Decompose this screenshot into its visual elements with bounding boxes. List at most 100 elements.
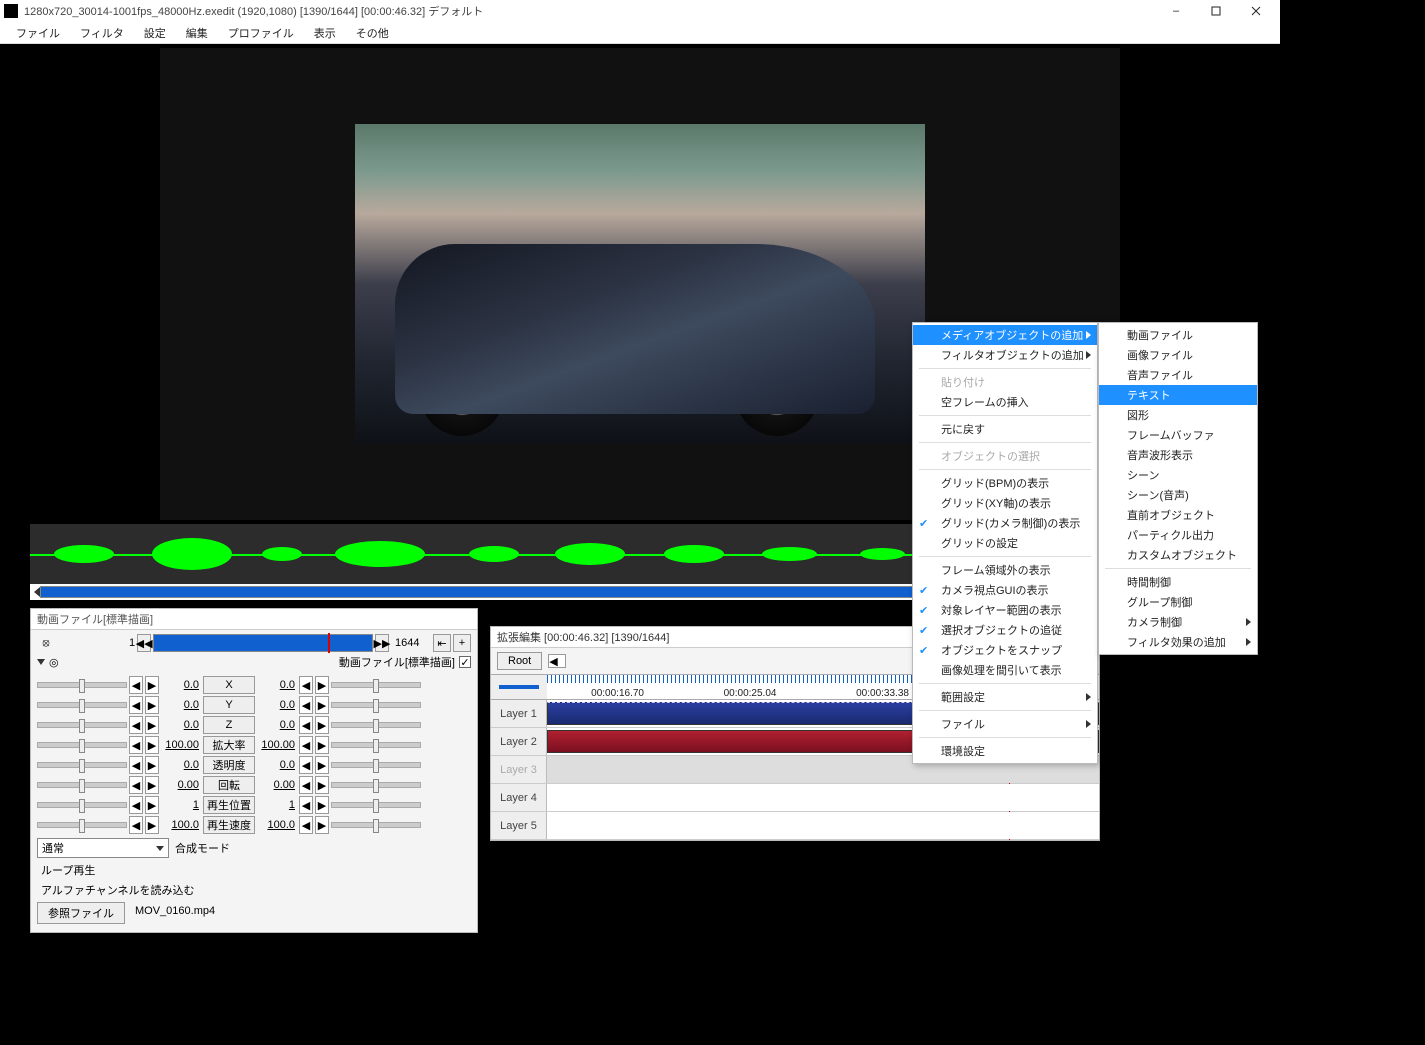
param-value-right[interactable]: 0.0	[257, 759, 297, 771]
menu-item[interactable]: フィルタオブジェクトの追加	[913, 345, 1097, 365]
param-step-right-inc[interactable]: ▶	[315, 816, 329, 834]
param-step-left-inc[interactable]: ▶	[145, 676, 159, 694]
param-step-right-inc[interactable]: ▶	[315, 676, 329, 694]
param-step-left-inc[interactable]: ▶	[145, 816, 159, 834]
param-value-right[interactable]: 0.0	[257, 699, 297, 711]
param-step-right-inc[interactable]: ▶	[315, 716, 329, 734]
enable-checkbox[interactable]: ✓	[459, 656, 471, 668]
layer-track[interactable]	[547, 784, 1099, 811]
menu-item[interactable]: カスタムオブジェクト	[1099, 545, 1257, 565]
param-step-right-inc[interactable]: ▶	[315, 776, 329, 794]
param-step-left-inc[interactable]: ▶	[145, 796, 159, 814]
timeline-root-button[interactable]: Root	[497, 652, 542, 670]
param-slider-left[interactable]	[37, 742, 127, 748]
menu-item[interactable]: カメラ視点GUIの表示✔	[913, 580, 1097, 600]
param-value-right[interactable]: 100.0	[257, 819, 297, 831]
param-step-left-inc[interactable]: ▶	[145, 716, 159, 734]
layer-label[interactable]: Layer 1	[491, 700, 547, 727]
menu-item[interactable]: 画像ファイル	[1099, 345, 1257, 365]
param-value-left[interactable]: 100.00	[161, 739, 201, 751]
menu-filter[interactable]: フィルタ	[72, 23, 132, 43]
menu-item[interactable]: 空フレームの挿入	[913, 392, 1097, 412]
param-step-left-dec[interactable]: ◀	[129, 796, 143, 814]
param-step-left-dec[interactable]: ◀	[129, 716, 143, 734]
menu-item[interactable]: グループ制御	[1099, 592, 1257, 612]
menu-edit[interactable]: 編集	[178, 23, 216, 43]
add-button[interactable]: +	[453, 634, 471, 652]
param-step-right-dec[interactable]: ◀	[299, 796, 313, 814]
menu-item[interactable]: グリッドの設定	[913, 533, 1097, 553]
param-value-left[interactable]: 0.0	[161, 759, 201, 771]
layer-label[interactable]: Layer 2	[491, 728, 547, 755]
param-slider-left[interactable]	[37, 702, 127, 708]
param-name-button[interactable]: X	[203, 676, 255, 694]
param-slider-right[interactable]	[331, 742, 421, 748]
param-slider-left[interactable]	[37, 782, 127, 788]
close-button[interactable]	[1236, 0, 1276, 22]
menu-item[interactable]: 音声波形表示	[1099, 445, 1257, 465]
param-value-left[interactable]: 0.0	[161, 699, 201, 711]
param-step-left-inc[interactable]: ▶	[145, 736, 159, 754]
param-step-right-dec[interactable]: ◀	[299, 676, 313, 694]
blend-mode-select[interactable]: 通常	[37, 838, 169, 858]
menu-view[interactable]: 表示	[306, 23, 344, 43]
maximize-button[interactable]	[1196, 0, 1236, 22]
frame-next-button[interactable]: ▶▶	[375, 634, 389, 652]
param-value-left[interactable]: 1	[161, 799, 201, 811]
param-value-right[interactable]: 0.00	[257, 779, 297, 791]
timeline-scroll-left[interactable]: ◀	[548, 654, 566, 668]
menu-item[interactable]: シーン	[1099, 465, 1257, 485]
context-submenu[interactable]: 動画ファイル画像ファイル音声ファイルテキスト図形フレームバッファ音声波形表示シー…	[1098, 322, 1258, 655]
minimize-button[interactable]: –	[1156, 0, 1196, 22]
param-step-right-dec[interactable]: ◀	[299, 756, 313, 774]
context-menu[interactable]: メディアオブジェクトの追加フィルタオブジェクトの追加貼り付け空フレームの挿入元に…	[912, 322, 1098, 764]
param-step-right-dec[interactable]: ◀	[299, 716, 313, 734]
timeline-zoom-gutter[interactable]	[491, 675, 547, 699]
param-step-left-dec[interactable]: ◀	[129, 696, 143, 714]
param-name-button[interactable]: 拡大率	[203, 736, 255, 754]
menu-item[interactable]: オブジェクトをスナップ✔	[913, 640, 1097, 660]
collapse-icon[interactable]	[37, 659, 45, 665]
close-panel-icon[interactable]: ⦻	[37, 637, 55, 650]
timeline-layer-row[interactable]: Layer 4	[491, 784, 1099, 812]
menu-item[interactable]: 時間制御	[1099, 572, 1257, 592]
menu-profile[interactable]: プロファイル	[220, 23, 302, 43]
param-step-left-dec[interactable]: ◀	[129, 776, 143, 794]
frame-prev-button[interactable]: ◀◀	[137, 634, 151, 652]
param-name-button[interactable]: Y	[203, 696, 255, 714]
param-name-button[interactable]: 再生位置	[203, 796, 255, 814]
param-step-right-dec[interactable]: ◀	[299, 776, 313, 794]
param-slider-right[interactable]	[331, 722, 421, 728]
menu-item[interactable]: フレーム領域外の表示	[913, 560, 1097, 580]
param-slider-right[interactable]	[331, 782, 421, 788]
param-step-left-inc[interactable]: ▶	[145, 756, 159, 774]
param-slider-right[interactable]	[331, 702, 421, 708]
menu-item[interactable]: 元に戻す	[913, 419, 1097, 439]
param-slider-right[interactable]	[331, 682, 421, 688]
param-value-left[interactable]: 0.0	[161, 679, 201, 691]
param-value-left[interactable]: 0.00	[161, 779, 201, 791]
param-step-right-inc[interactable]: ▶	[315, 736, 329, 754]
menu-item[interactable]: テキスト	[1099, 385, 1257, 405]
layer-label[interactable]: Layer 5	[491, 812, 547, 839]
param-name-button[interactable]: Z	[203, 716, 255, 734]
timeline-layer-row[interactable]: Layer 5	[491, 812, 1099, 840]
menu-item[interactable]: パーティクル出力	[1099, 525, 1257, 545]
param-value-right[interactable]: 100.00	[257, 739, 297, 751]
param-step-left-dec[interactable]: ◀	[129, 816, 143, 834]
param-step-left-dec[interactable]: ◀	[129, 736, 143, 754]
param-step-left-inc[interactable]: ▶	[145, 776, 159, 794]
menu-file[interactable]: ファイル	[8, 23, 68, 43]
layer-label[interactable]: Layer 4	[491, 784, 547, 811]
param-step-left-dec[interactable]: ◀	[129, 676, 143, 694]
menu-item[interactable]: 動画ファイル	[1099, 325, 1257, 345]
reference-file-button[interactable]: 参照ファイル	[37, 902, 125, 924]
param-slider-right[interactable]	[331, 802, 421, 808]
menu-item[interactable]: グリッド(BPM)の表示	[913, 473, 1097, 493]
param-slider-right[interactable]	[331, 822, 421, 828]
param-slider-left[interactable]	[37, 822, 127, 828]
layer-track[interactable]	[547, 812, 1099, 839]
menu-settings[interactable]: 設定	[136, 23, 174, 43]
menu-other[interactable]: その他	[348, 23, 397, 43]
param-slider-left[interactable]	[37, 682, 127, 688]
